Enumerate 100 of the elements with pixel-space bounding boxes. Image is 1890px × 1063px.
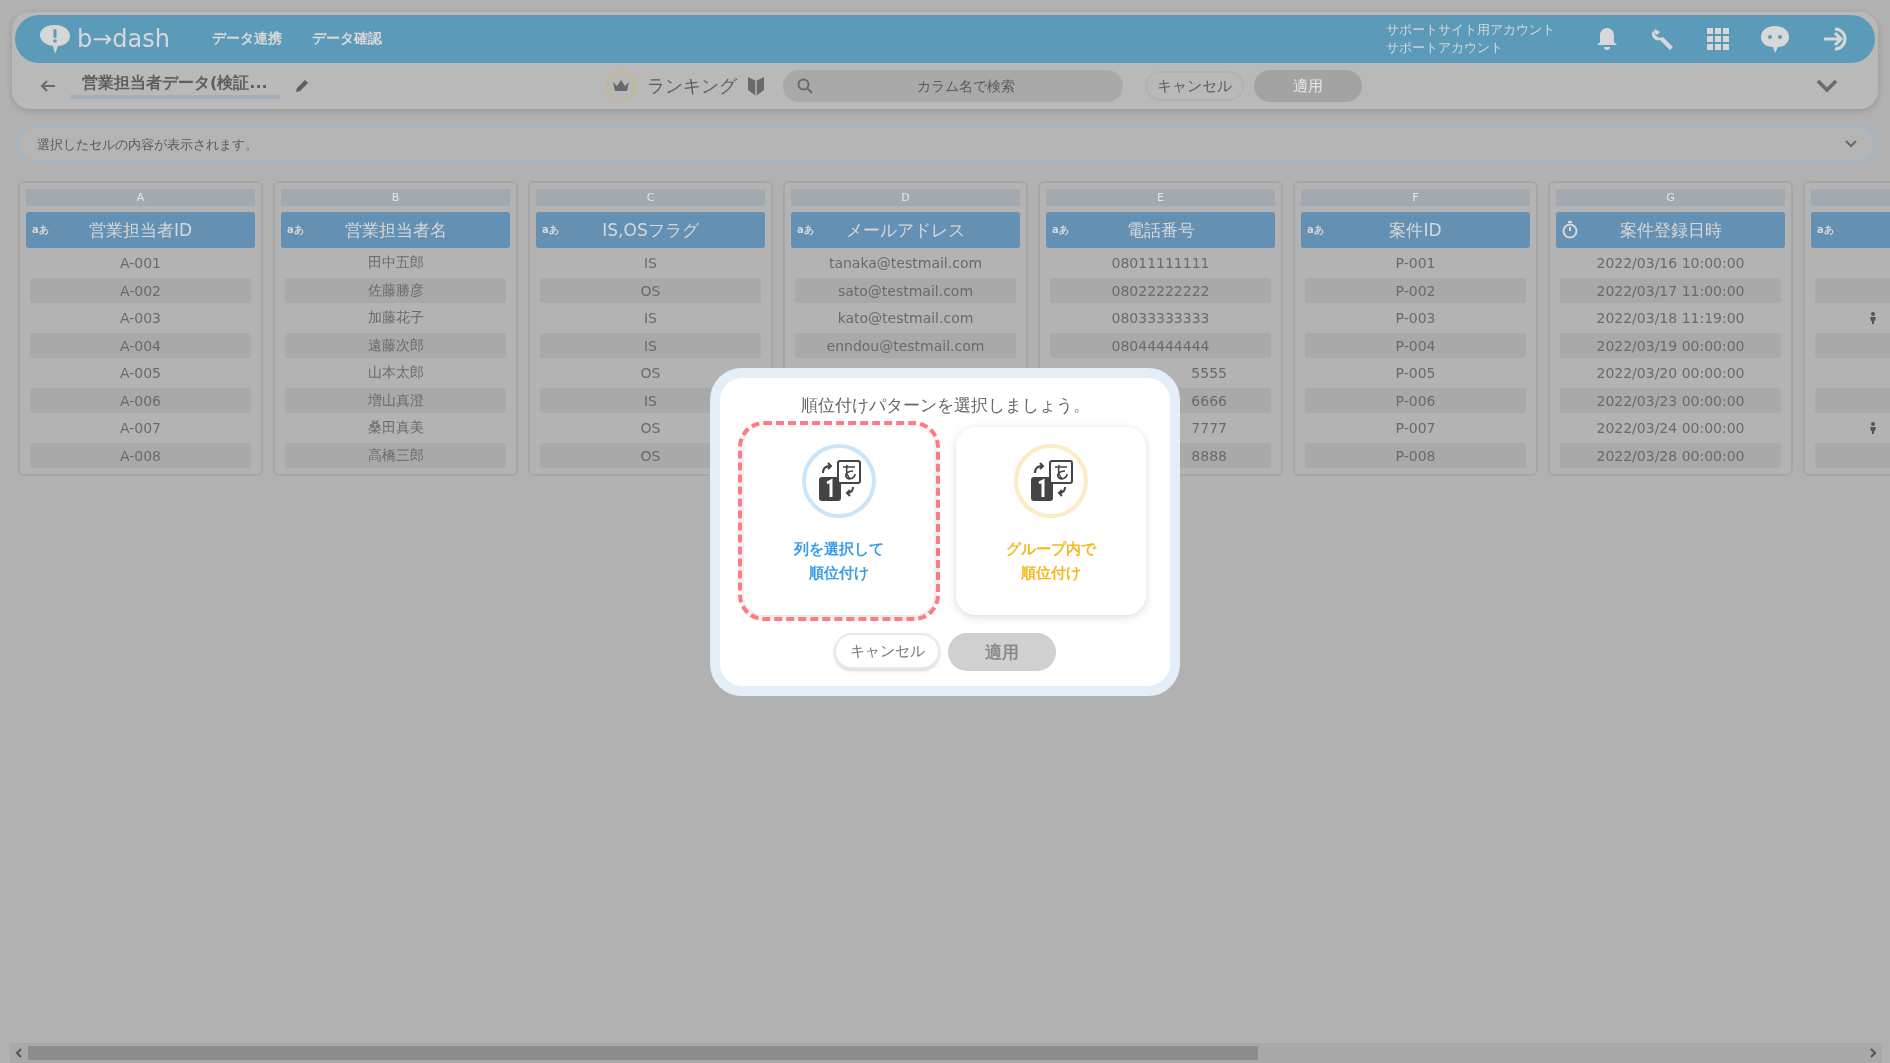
table-cell-text: IS <box>643 254 658 273</box>
search-field[interactable]: カラム名で検索 <box>783 70 1123 102</box>
option-label: 列を選択して 順位付け <box>794 539 884 584</box>
text-type-label: aあ <box>797 223 814 237</box>
column-header[interactable]: 案件登録日時 <box>1556 212 1785 248</box>
table-cell: 佐藤勝彦 <box>285 278 506 303</box>
text-type-label: aあ <box>1817 223 1834 237</box>
table-cell: sato@testmail.com <box>795 278 1016 303</box>
column-header[interactable]: aあ IS,OSフラグ <box>536 212 765 248</box>
option-card[interactable]: グループ内で 順位付け <box>956 427 1146 615</box>
column-header[interactable]: aあ <box>1811 212 1890 248</box>
column-name: メールアドレス <box>846 218 965 242</box>
horizontal-scrollbar[interactable] <box>10 1043 1882 1063</box>
table-cell-text: P-001 <box>1394 254 1437 273</box>
cancel-button[interactable]: キャンセル <box>834 633 940 669</box>
table-cell-text: 加藤花子 <box>366 308 425 327</box>
person-icon <box>1869 312 1877 324</box>
column-header[interactable]: aあ 営業担当者ID <box>26 212 255 248</box>
bell-icon[interactable] <box>1595 26 1619 52</box>
column-name: 案件登録日時 <box>1619 218 1722 242</box>
nav-link[interactable]: データ連携 <box>212 30 282 48</box>
apps-grid-icon[interactable] <box>1707 28 1729 50</box>
ranking-icon <box>801 443 877 519</box>
table-cell: 2022/03/17 11:00:00 <box>1560 278 1781 303</box>
table-cell-text: OS <box>639 364 662 383</box>
crown-icon <box>605 70 637 102</box>
table-cell-text: 2022/03/24 00:00:00 <box>1595 419 1746 438</box>
table-cell-text: kato@testmail.com <box>836 309 975 328</box>
column-letter[interactable]: G <box>1556 189 1785 206</box>
table-cell: 08022222222 <box>1050 278 1271 303</box>
account-name: サポートアカウント <box>1386 39 1504 57</box>
table-cell: A-008 <box>30 443 251 468</box>
scroll-left-icon[interactable] <box>15 1048 23 1058</box>
table-cell: 08044444444 <box>1050 333 1271 358</box>
table-cell-text: P-007 <box>1394 419 1437 438</box>
text-type-label: aあ <box>287 223 304 237</box>
table-cell: 2022/03/19 00:00:00 <box>1560 333 1781 358</box>
column-letter[interactable]: D <box>791 189 1020 206</box>
table-cell-text: A-005 <box>118 364 162 383</box>
pencil-icon[interactable] <box>293 78 310 94</box>
table-cell-text: 2022/03/16 10:00:00 <box>1595 254 1746 273</box>
column-letter[interactable]: B <box>281 189 510 206</box>
table-cell: enndou@testmail.com <box>795 333 1016 358</box>
column-name: 案件ID <box>1389 218 1442 242</box>
column-header[interactable]: aあ 営業担当者名 <box>281 212 510 248</box>
text-type-label: aあ <box>32 223 49 237</box>
column-name: IS,OSフラグ <box>602 218 699 242</box>
table-cell-text: IS <box>643 309 658 328</box>
cancel-button[interactable]: キャンセル <box>1145 71 1244 101</box>
option-label: グループ内で 順位付け <box>1006 539 1096 584</box>
table-cell-text: 08033333333 <box>1110 309 1211 328</box>
logo-text: b→dash <box>77 25 170 53</box>
table-cell-text: P-003 <box>1394 309 1437 328</box>
ranking-label: ランキング <box>647 74 737 98</box>
chevron-down-icon[interactable] <box>1816 79 1838 93</box>
table-cell-text: A-003 <box>118 309 162 328</box>
table-cell-text: A-007 <box>118 419 162 438</box>
table-cell-text: 桑田真美 <box>366 418 425 437</box>
cell-content-field[interactable]: 選択したセルの内容が表示されます。 <box>16 125 1876 163</box>
column-letter[interactable]: C <box>536 189 765 206</box>
column-letter[interactable]: F <box>1301 189 1530 206</box>
table-cell-text: A-001 <box>118 254 162 273</box>
table-cell: 2022/03/28 00:00:00 <box>1560 443 1781 468</box>
column-header[interactable]: aあ 電話番号 <box>1046 212 1275 248</box>
table-cell-text: 田中五郎 <box>366 253 425 272</box>
table-cell-text: 山本太郎 <box>366 363 425 382</box>
cell-content-input[interactable]: 選択したセルの内容が表示されます。 <box>35 135 1845 153</box>
nav-link[interactable]: データ確認 <box>312 30 382 48</box>
column-header[interactable]: aあ メールアドレス <box>791 212 1020 248</box>
logo-icon <box>37 22 73 56</box>
scroll-right-icon[interactable] <box>1869 1048 1877 1058</box>
table-cell: OS <box>540 278 761 303</box>
text-type-label: aあ <box>1307 223 1324 237</box>
column-letter[interactable]: A <box>26 189 255 206</box>
dataset-title[interactable]: 営業担当者データ(検証... <box>70 73 280 99</box>
account-name: サポートサイト用アカウント <box>1386 21 1555 39</box>
table-cell-text: tanaka@testmail.com <box>827 254 984 273</box>
chevron-down-icon[interactable] <box>1845 140 1857 148</box>
table-cell-text: 2022/03/18 11:19:00 <box>1595 309 1746 328</box>
table-cell: A-002 <box>30 278 251 303</box>
mascot-icon[interactable] <box>1759 24 1791 54</box>
table-cell: P-002 <box>1305 278 1526 303</box>
table-cell: 2022/03/23 00:00:00 <box>1560 388 1781 413</box>
table-cell: P-004 <box>1305 333 1526 358</box>
table-cell-text: P-005 <box>1394 364 1437 383</box>
text-type-label: aあ <box>1052 223 1069 237</box>
table-cell: 増山真澄 <box>285 388 506 413</box>
scrollbar-thumb[interactable] <box>28 1046 1258 1060</box>
column-letter[interactable]: E <box>1046 189 1275 206</box>
table-cell: A-004 <box>30 333 251 358</box>
table-cell-text: 2022/03/20 00:00:00 <box>1595 364 1746 383</box>
column-name: 営業担当者ID <box>88 218 193 242</box>
back-arrow-icon[interactable] <box>40 79 56 93</box>
beginner-mark-icon[interactable] <box>747 75 765 97</box>
person-icon <box>1869 422 1877 434</box>
column-name: 電話番号 <box>1126 218 1195 242</box>
table-cell-text: OS <box>639 419 662 438</box>
table-cell: IS <box>540 333 761 358</box>
search-input[interactable]: カラム名で検索 <box>823 77 1109 95</box>
column-header[interactable]: aあ 案件ID <box>1301 212 1530 248</box>
